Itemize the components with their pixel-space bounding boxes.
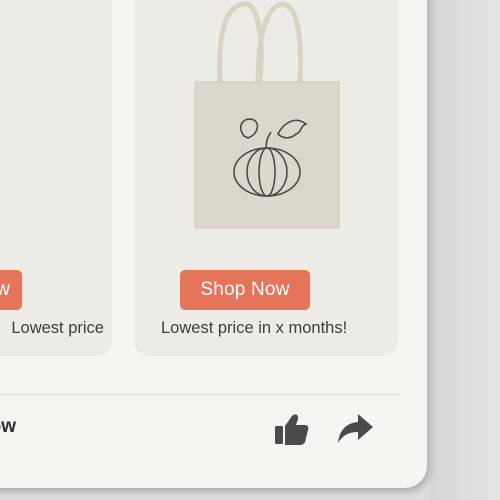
divider [0, 394, 400, 395]
price-label: Lowest price in x months! [161, 319, 348, 337]
page-background [430, 0, 500, 500]
action-label-partial[interactable]: Shop Now [0, 416, 16, 440]
tote-bag-image [194, 1, 340, 229]
shop-now-button[interactable]: Shop Now [0, 270, 22, 310]
product-tile-tote-bag[interactable]: Shop Now Lowest price in x months! [134, 0, 398, 356]
product-tile-bottle[interactable]: Shop Now Lowest price [0, 0, 112, 356]
shop-now-button[interactable]: Shop Now [180, 270, 310, 310]
post-card: Shop Now Lowest price Shop Now Lowest p [0, 0, 427, 488]
thumbs-up-icon[interactable] [273, 412, 309, 446]
share-arrow-icon[interactable] [336, 412, 374, 444]
bottle-image [0, 0, 2, 250]
price-label: Lowest price [11, 319, 104, 337]
